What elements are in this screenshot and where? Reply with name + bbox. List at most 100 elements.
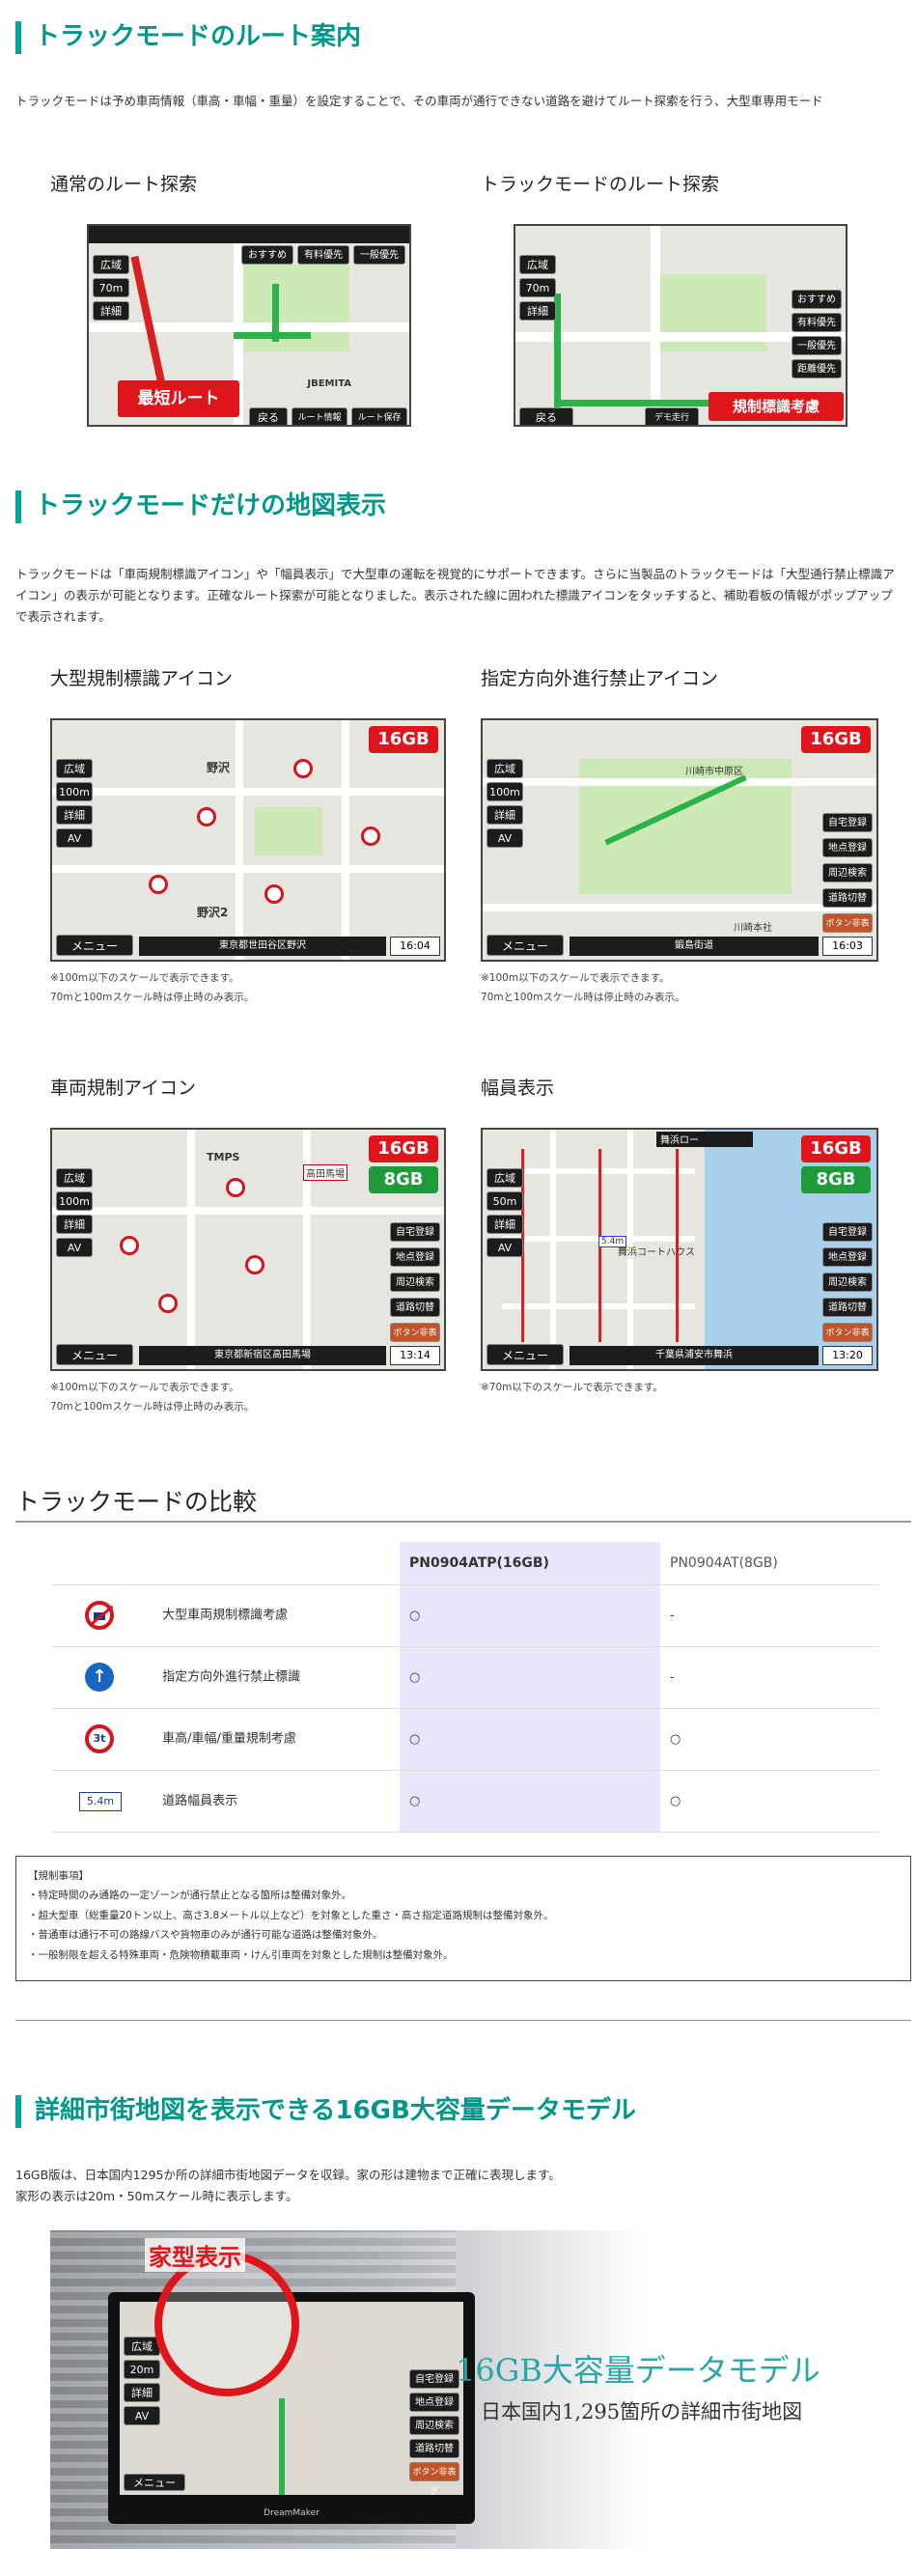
point-register-button[interactable]: 地点登録 <box>390 1247 440 1267</box>
tab-general-priority[interactable]: 一般優先 <box>792 336 842 355</box>
detail-button[interactable]: 詳細 <box>124 2383 160 2402</box>
map2-screenshot: 川崎市中原区 川崎本社 16GB 広域 100m 詳細 AV 自宅登録 地点登録… <box>481 718 878 962</box>
tab-toll-priority[interactable]: 有料優先 <box>297 245 349 265</box>
comparison-divider <box>15 1521 911 1523</box>
station-label: 高田馬場 <box>303 1164 347 1181</box>
feature-label: 指定方向外進行禁止標識 <box>162 1669 301 1685</box>
scale-wide-button[interactable]: 広域 <box>486 759 523 778</box>
hide-buttons-button[interactable]: ボタン非表示 <box>390 1323 440 1358</box>
menu-button[interactable]: メニュー <box>486 1344 564 1365</box>
hide-buttons-button[interactable]: ボタン非表示 <box>822 913 873 948</box>
tab-distance-priority[interactable]: 距離優先 <box>792 359 842 378</box>
point-register-button[interactable]: 地点登録 <box>409 2393 459 2412</box>
av-button[interactable]: AV <box>56 1238 93 1257</box>
menu-button[interactable]: メニュー <box>486 935 564 956</box>
comparison-title: トラックモードの比較 <box>15 1488 258 1516</box>
hero-banner: 広域 20m 詳細 AV 自宅登録 地点登録 周辺検索 道路切替 ボタン非表示 … <box>50 2230 878 2549</box>
section-desc-route: トラックモードは予め車両情報（車高・車幅・重量）を設定することで、その車両が通行… <box>15 94 823 108</box>
map2-title: 指定方向外進行禁止アイコン <box>481 668 719 689</box>
home-register-button[interactable]: 自宅登録 <box>390 1222 440 1242</box>
scale-wide-button[interactable]: 広域 <box>56 759 93 778</box>
point-register-button[interactable]: 地点登録 <box>822 838 873 857</box>
direction-arrow-sign-icon: ↑ <box>85 1663 114 1692</box>
scale-wide-button[interactable]: 広域 <box>93 255 129 274</box>
menu-button[interactable]: メニュー <box>56 1344 133 1365</box>
nearby-search-button[interactable]: 周辺検索 <box>409 2416 459 2435</box>
detail-button[interactable]: 詳細 <box>486 805 523 825</box>
badge-16gb: 16GB <box>369 726 438 753</box>
back-button[interactable]: 戻る <box>249 407 288 425</box>
detail-button[interactable]: 詳細 <box>519 301 556 321</box>
av-button[interactable]: AV <box>124 2406 160 2425</box>
place-label: 川崎本社 <box>734 923 772 934</box>
scale-100m-button[interactable]: 100m <box>56 1191 93 1211</box>
road-switch-button[interactable]: 道路切替 <box>390 1298 440 1317</box>
section-title-map: トラックモードだけの地図表示 <box>15 490 386 523</box>
menu-button[interactable]: メニュー <box>56 935 133 956</box>
nearby-search-button[interactable]: 周辺検索 <box>390 1273 440 1292</box>
scale-wide-button[interactable]: 広域 <box>486 1168 523 1188</box>
badge-16gb: 16GB <box>801 726 871 753</box>
truck-route-title: トラックモードのルート探索 <box>481 174 720 195</box>
detail-button[interactable]: 詳細 <box>56 1215 93 1234</box>
hero-title: 16GB大容量データモデル <box>456 2352 820 2389</box>
hide-buttons-button[interactable]: ボタン非表示 <box>822 1323 873 1358</box>
tab-toll-priority[interactable]: 有料優先 <box>792 313 842 332</box>
place-label: 舞浜コートハウス <box>618 1247 695 1258</box>
map3-note: ※100m以下のスケールで表示できます。 70mと100mスケール時は停止時のみ… <box>50 1382 255 1413</box>
no-large-vehicle-sign-icon <box>85 1601 114 1630</box>
value-8gb: ○ <box>660 1707 878 1770</box>
nearby-search-button[interactable]: 周辺検索 <box>822 863 873 882</box>
road-switch-button[interactable]: 道路切替 <box>822 1298 873 1317</box>
regulation-sign-callout: 規制標識考慮 <box>709 392 844 421</box>
comparison-table: PN0904ATP(16GB) PN0904AT(8GB) 大型車両規制標識考慮… <box>52 1542 878 1833</box>
col-16gb-header: PN0904ATP(16GB) <box>400 1542 660 1584</box>
av-button[interactable]: AV <box>56 828 93 848</box>
home-register-button[interactable]: 自宅登録 <box>822 1222 873 1242</box>
tab-recommend[interactable]: おすすめ <box>241 245 293 265</box>
av-button[interactable]: AV <box>486 828 523 848</box>
home-register-button[interactable]: 自宅登録 <box>409 2369 459 2389</box>
road-switch-button[interactable]: 道路切替 <box>822 888 873 908</box>
road-name-label: 舞浜ロー <box>656 1132 753 1147</box>
hide-buttons-button[interactable]: ボタン非表示 <box>409 2462 459 2495</box>
map2-note: ※100m以下のスケールで表示できます。 70mと100mスケール時は停止時のみ… <box>481 972 685 1003</box>
scale-wide-button[interactable]: 広域 <box>519 255 556 274</box>
value-16gb: ○ <box>400 1645 660 1708</box>
value-16gb: ○ <box>400 1583 660 1646</box>
table-row: 大型車両規制標識考慮 ○ - <box>52 1583 878 1646</box>
detail-button[interactable]: 詳細 <box>93 301 129 321</box>
nearby-search-button[interactable]: 周辺検索 <box>822 1273 873 1292</box>
table-row: 3t 車高/車幅/重量規制考慮 ○ ○ <box>52 1707 878 1770</box>
map4-note: ※70m以下のスケールで表示できます。 <box>481 1382 663 1393</box>
route-info-button[interactable]: ルート情報 <box>292 407 347 425</box>
road-switch-button[interactable]: 道路切替 <box>409 2439 459 2458</box>
detail-button[interactable]: 詳細 <box>56 805 93 825</box>
tab-general-priority[interactable]: 一般優先 <box>353 245 405 265</box>
scale-wide-button[interactable]: 広域 <box>124 2337 160 2356</box>
scale-70m-button[interactable]: 70m <box>519 278 556 297</box>
route-save-button[interactable]: ルート保存 <box>351 407 407 425</box>
place-label: TMPS <box>207 1151 240 1163</box>
feature-label: 道路幅員表示 <box>162 1794 238 1809</box>
tab-recommend[interactable]: おすすめ <box>792 290 842 309</box>
detail-button[interactable]: 詳細 <box>486 1215 523 1234</box>
menu-button[interactable]: メニュー <box>124 2474 185 2491</box>
scale-50m-button[interactable]: 50m <box>486 1191 523 1211</box>
clock: 13:14 <box>390 1346 440 1365</box>
scale-100m-button[interactable]: 100m <box>486 782 523 801</box>
av-button[interactable]: AV <box>486 1238 523 1257</box>
back-button[interactable]: 戻る <box>519 407 573 425</box>
scale-20m-button[interactable]: 20m <box>124 2360 160 2379</box>
scale-wide-button[interactable]: 広域 <box>56 1168 93 1188</box>
feature-label: 大型車両規制標識考慮 <box>162 1608 289 1623</box>
map1-note: ※100m以下のスケールで表示できます。 70mと100mスケール時は停止時のみ… <box>50 972 255 1003</box>
house-shape-label: 家型表示 <box>145 2238 245 2272</box>
home-register-button[interactable]: 自宅登録 <box>822 813 873 832</box>
feature-label: 車高/車幅/重量規制考慮 <box>162 1731 296 1747</box>
demo-drive-button[interactable]: デモ走行 <box>645 407 699 425</box>
scale-70m-button[interactable]: 70m <box>93 278 129 297</box>
scale-100m-button[interactable]: 100m <box>56 782 93 801</box>
point-register-button[interactable]: 地点登録 <box>822 1247 873 1267</box>
clock: 16:03 <box>822 937 873 956</box>
